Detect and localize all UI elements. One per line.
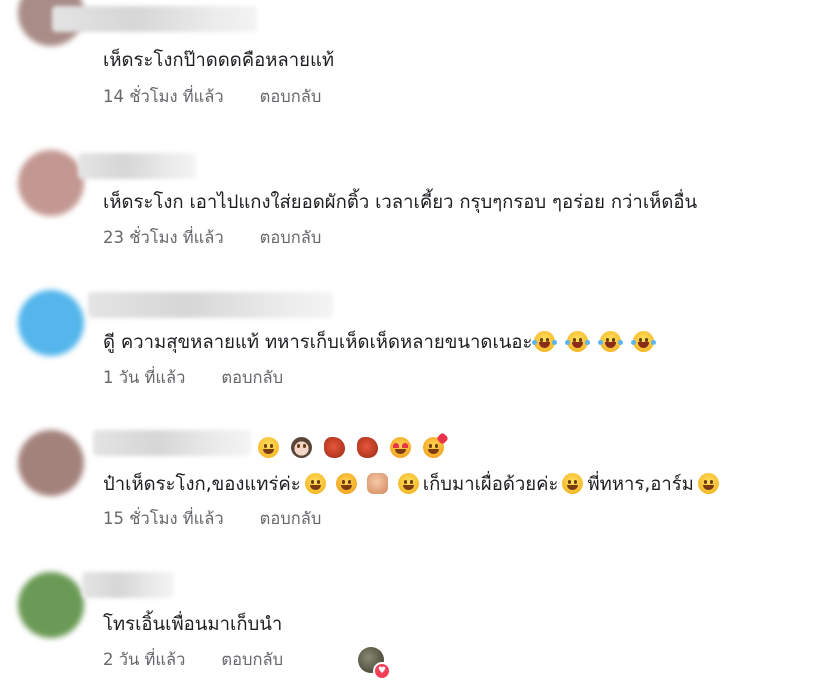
comment-text: เห็ดระโงกป๊าดดดคือหลายแท้ bbox=[103, 50, 335, 71]
timestamp[interactable]: 2 วัน ที่แล้ว bbox=[103, 649, 185, 671]
smiling-face-icon bbox=[397, 473, 419, 494]
person-icon bbox=[291, 437, 312, 458]
face-tears-of-joy-icon bbox=[565, 331, 591, 352]
comment-text-body: ดูี ความสุขหลายแท้ ทหารเก็บเห็ดเห็ดหลายข… bbox=[103, 332, 533, 353]
timestamp[interactable]: 14 ชั่วโมง ที่แล้ว bbox=[103, 86, 224, 108]
reply-button[interactable]: ตอบกลับ bbox=[221, 367, 283, 389]
comment-meta: 15 ชั่วโมง ที่แล้ว ตอบกลับ bbox=[103, 508, 321, 530]
comment-text: เห็ดระโงก เอาไปแกงใส่ยอดผักติ้ว เวลาเคี้… bbox=[103, 192, 698, 213]
smiling-face-with-hearts-icon bbox=[423, 432, 449, 458]
comment-meta: 1 วัน ที่แล้ว ตอบกลับ bbox=[103, 367, 283, 389]
face-with-hand-over-mouth-icon bbox=[335, 473, 357, 494]
reply-button[interactable]: ตอบกลับ bbox=[221, 649, 283, 671]
smiling-face-icon bbox=[258, 437, 279, 458]
grinning-face-icon bbox=[562, 473, 584, 494]
heart-eyes-icon bbox=[390, 437, 411, 458]
comment-meta: 2 วัน ที่แล้ว ตอบกลับ bbox=[103, 649, 283, 671]
comment-text: โทรเอิ้นเพื่อนมาเก็บนำ bbox=[103, 614, 283, 635]
comment-text-part: พี่ทหาร,อาร์ม bbox=[587, 474, 694, 495]
avatar[interactable] bbox=[18, 290, 84, 356]
comment-text-part: เก็บมาเผื่อด้วยค่ะ bbox=[422, 474, 559, 495]
reply-button[interactable]: ตอบกลับ bbox=[260, 86, 322, 108]
avatar[interactable] bbox=[18, 430, 84, 496]
thumbs-up-icon bbox=[366, 473, 388, 494]
timestamp[interactable]: 1 วัน ที่แล้ว bbox=[103, 367, 185, 389]
face-tears-of-joy-icon bbox=[598, 331, 624, 352]
face-tears-of-joy-icon bbox=[631, 331, 657, 352]
meat-icon bbox=[324, 437, 345, 458]
smiling-face-icon bbox=[697, 473, 719, 494]
author-name[interactable] bbox=[82, 572, 174, 598]
author-name[interactable] bbox=[78, 153, 196, 179]
timestamp[interactable]: 15 ชั่วโมง ที่แล้ว bbox=[103, 508, 224, 530]
reply-button[interactable]: ตอบกลับ bbox=[260, 227, 322, 249]
author-name[interactable] bbox=[52, 6, 257, 32]
comment-text: ดูี ความสุขหลายแท้ ทหารเก็บเห็ดเห็ดหลายข… bbox=[103, 330, 658, 356]
heart-reaction-icon[interactable] bbox=[373, 662, 391, 680]
timestamp[interactable]: 23 ชั่วโมง ที่แล้ว bbox=[103, 227, 224, 249]
comment-text: ป๋าเห็ดระโงก,ของแทร่ค่ะ เก็บมาเผื่อด้วยค่… bbox=[103, 472, 723, 498]
author-name[interactable] bbox=[88, 292, 333, 318]
author-name-emoji bbox=[254, 432, 449, 462]
avatar[interactable] bbox=[18, 150, 84, 216]
zany-face-icon bbox=[304, 473, 326, 494]
meat-icon bbox=[357, 437, 378, 458]
comment-text-part: ป๋าเห็ดระโงก,ของแทร่ค่ะ bbox=[103, 474, 301, 495]
reply-button[interactable]: ตอบกลับ bbox=[260, 508, 322, 530]
face-tears-of-joy-icon bbox=[532, 331, 558, 352]
comment-meta: 23 ชั่วโมง ที่แล้ว ตอบกลับ bbox=[103, 227, 321, 249]
author-name[interactable] bbox=[93, 430, 251, 456]
avatar[interactable] bbox=[18, 572, 84, 638]
comment-meta: 14 ชั่วโมง ที่แล้ว ตอบกลับ bbox=[103, 86, 321, 108]
